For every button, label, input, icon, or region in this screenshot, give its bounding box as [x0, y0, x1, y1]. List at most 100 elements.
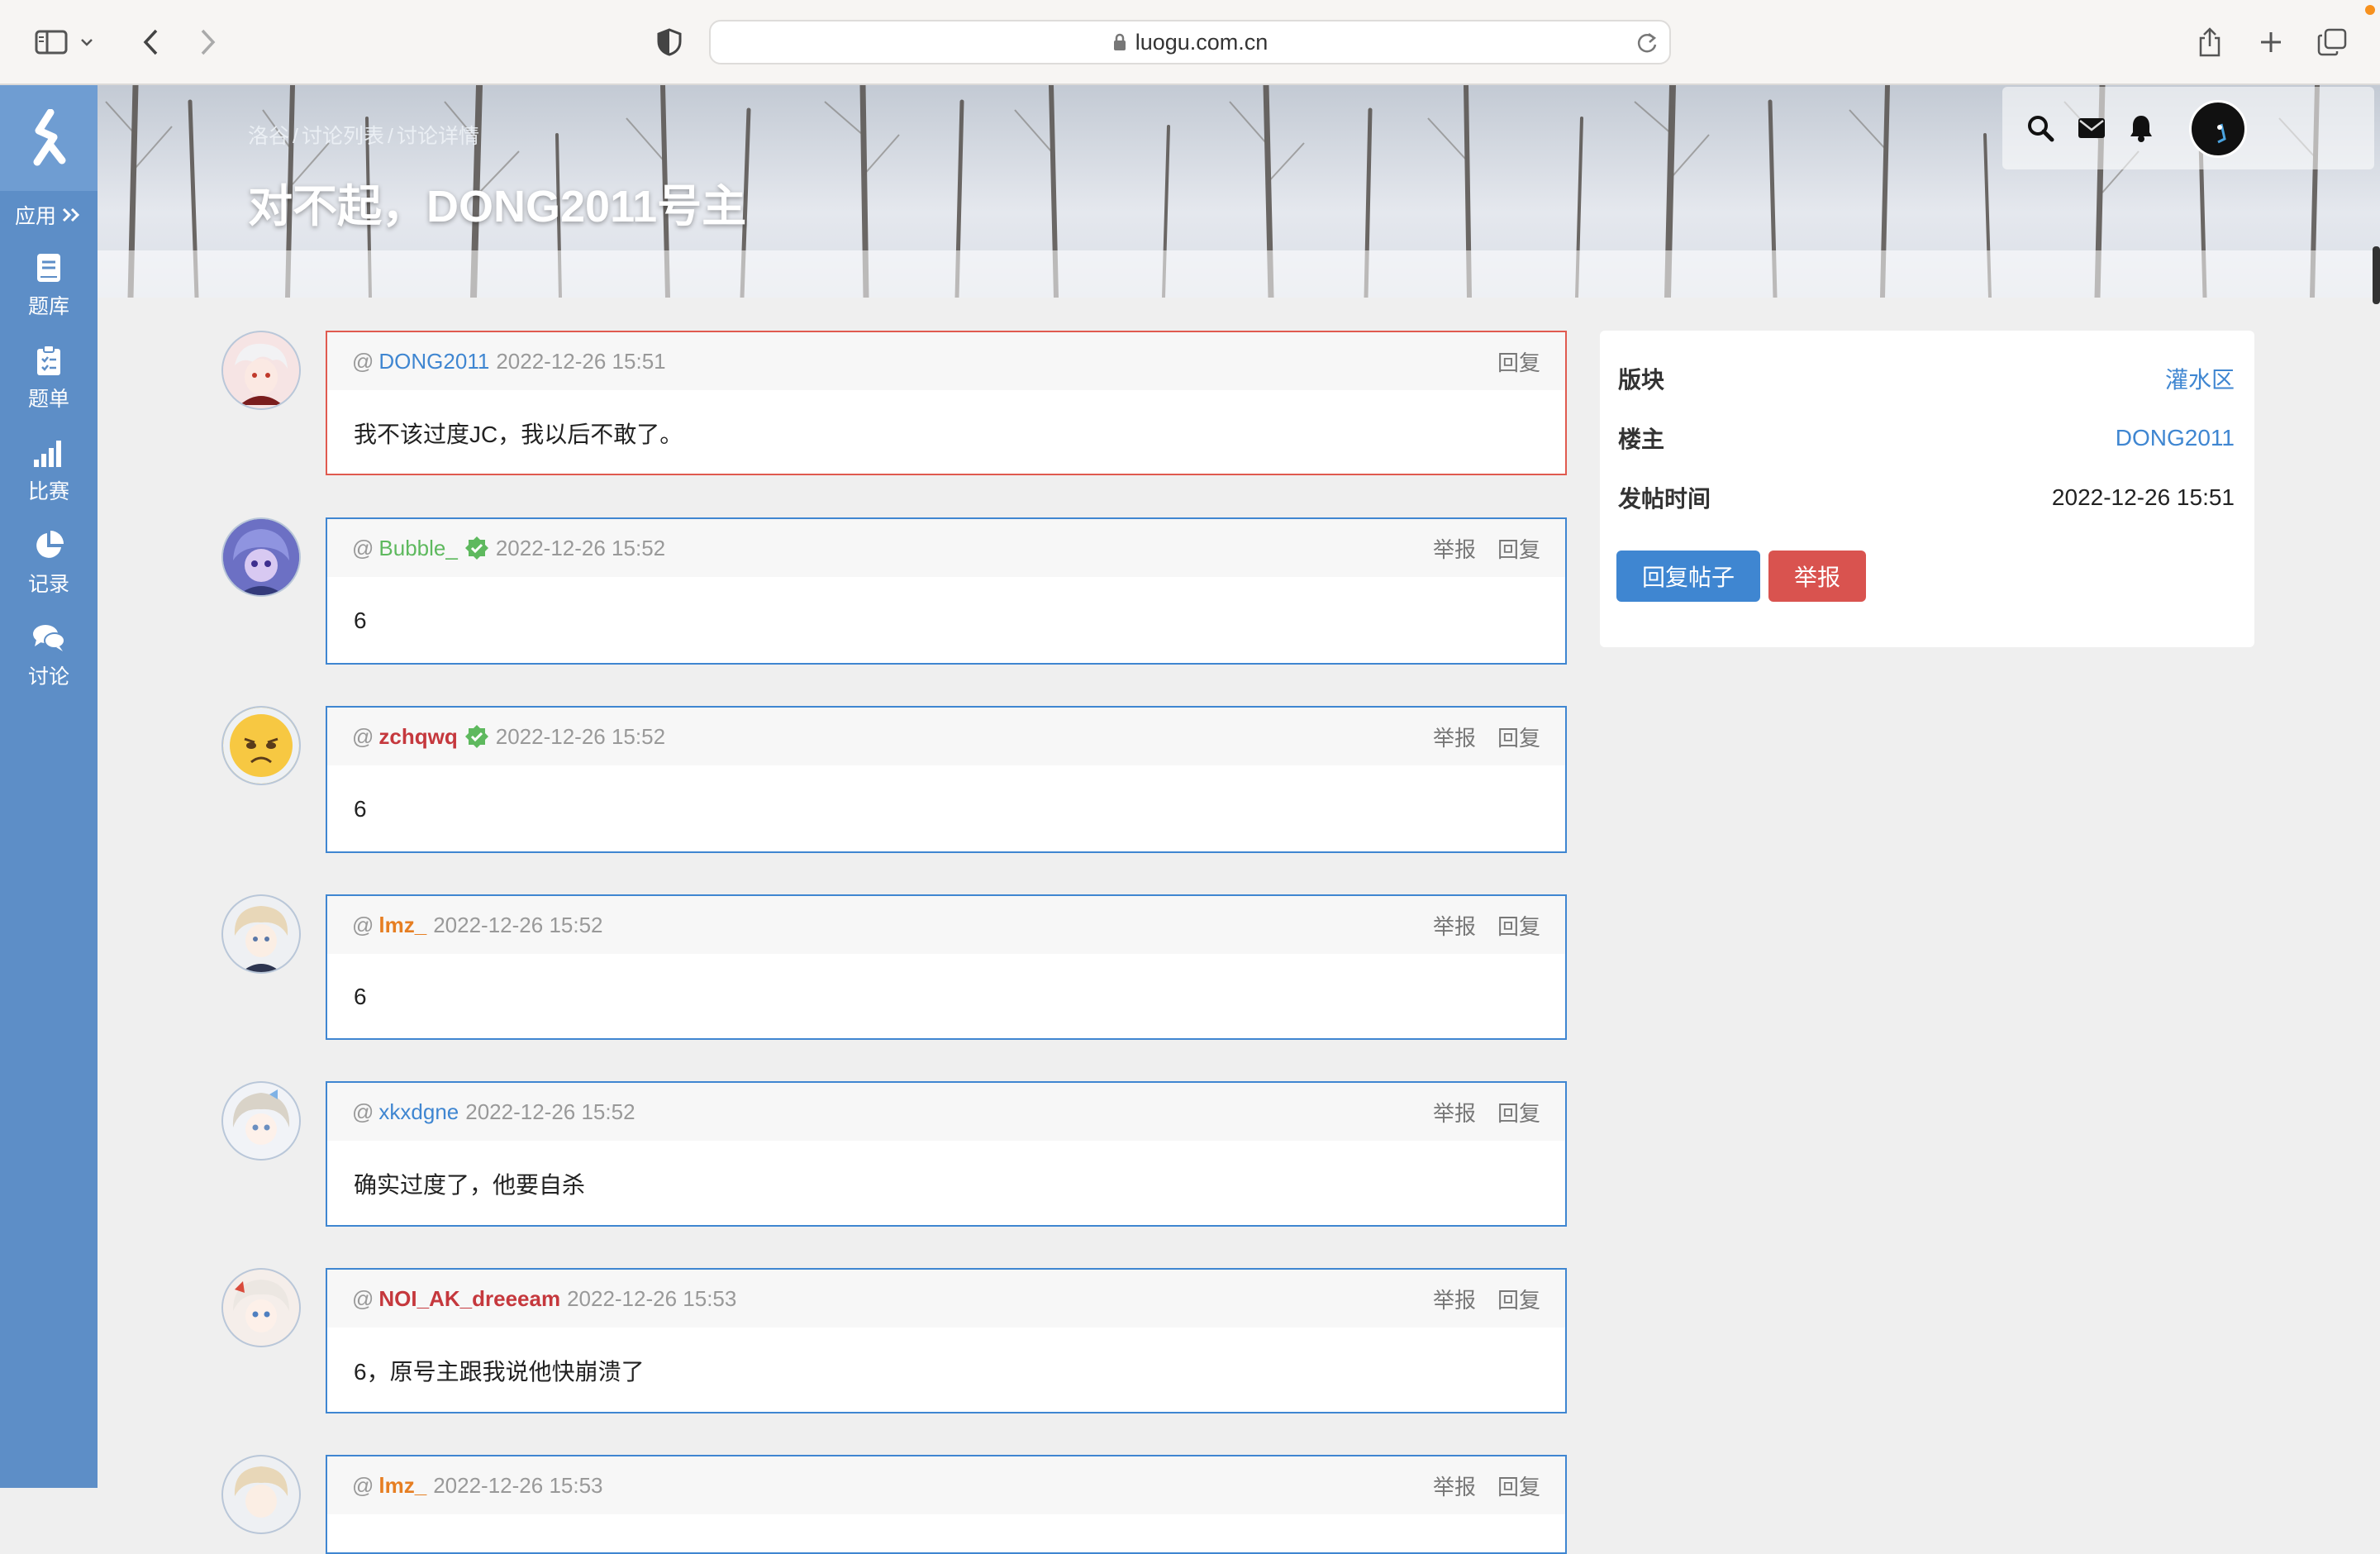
- report-link[interactable]: 举报: [1433, 533, 1476, 564]
- comments-icon: [33, 625, 65, 651]
- double-chevron-right-icon: [62, 207, 80, 222]
- bell-icon[interactable]: [2125, 112, 2158, 145]
- book-icon: [37, 254, 60, 282]
- post-meta: @ lmz_ 2022-12-26 15:52 举报 回复: [327, 896, 1565, 954]
- notification-dot: [2365, 5, 2375, 15]
- breadcrumb-separator: /: [387, 125, 393, 148]
- share-icon[interactable]: [2188, 21, 2231, 63]
- nav-item-problems[interactable]: 题库: [0, 239, 98, 331]
- reply-link[interactable]: 回复: [1497, 533, 1540, 564]
- post-card: @ NOI_AK_dreeeam 2022-12-26 15:53 举报 回复 …: [326, 1268, 1567, 1413]
- privacy-shield-icon[interactable]: [648, 21, 691, 63]
- breadcrumb: 洛谷 / 讨论列表 / 讨论详情: [248, 120, 483, 150]
- avatar[interactable]: [221, 1268, 301, 1347]
- post-content: 6: [354, 796, 367, 822]
- left-navigation: 应用 题库 题单 比赛 记录 讨论: [0, 85, 98, 1488]
- report-button[interactable]: 举报: [1768, 551, 1866, 602]
- post-content: 我不该过度JC，我以后不敢了。: [354, 421, 683, 447]
- reply-link[interactable]: 回复: [1497, 722, 1540, 752]
- avatar[interactable]: [221, 517, 301, 597]
- at-symbol: @: [352, 1285, 374, 1311]
- avatar[interactable]: [221, 894, 301, 974]
- nav-item-label: 比赛: [27, 480, 69, 503]
- section-link[interactable]: 灌水区: [2165, 362, 2235, 395]
- post-time: 2022-12-26 15:53: [567, 1285, 737, 1311]
- report-link[interactable]: 举报: [1433, 910, 1476, 941]
- username-link[interactable]: zchqwq: [378, 724, 457, 750]
- browser-toolbar: luogu.com.cn: [0, 0, 2380, 85]
- report-link[interactable]: 举报: [1433, 1471, 1476, 1501]
- nav-item-label: 记录: [27, 573, 69, 596]
- avatar[interactable]: [221, 1455, 301, 1534]
- chevron-down-icon[interactable]: [74, 21, 99, 63]
- post-meta: @ xkxdgne 2022-12-26 15:52 举报 回复: [327, 1083, 1565, 1141]
- search-icon[interactable]: [2024, 112, 2057, 145]
- username-link[interactable]: NOI_AK_dreeeam: [378, 1286, 560, 1312]
- at-symbol: @: [352, 1472, 374, 1498]
- reply-link[interactable]: 回复: [1497, 1471, 1540, 1501]
- post-time-value: 2022-12-26 15:51: [2051, 484, 2235, 510]
- username-link[interactable]: DONG2011: [378, 349, 489, 374]
- clipboard-icon: [37, 345, 60, 375]
- apps-toggle[interactable]: 应用: [0, 191, 98, 239]
- breadcrumb-discussion-list[interactable]: 讨论列表: [302, 125, 384, 148]
- reload-icon[interactable]: [1636, 31, 1658, 55]
- post-meta: @ Bubble_ 2022-12-26 15:52 举报 回复: [327, 519, 1565, 577]
- at-symbol: @: [352, 912, 374, 937]
- report-link[interactable]: 举报: [1433, 1097, 1476, 1127]
- post-time: 2022-12-26 15:51: [496, 348, 666, 374]
- scrollbar-thumb[interactable]: [2373, 246, 2380, 304]
- avatar[interactable]: [221, 1081, 301, 1161]
- report-link[interactable]: 举报: [1433, 722, 1476, 752]
- post-content: 6，原号主跟我说他快崩溃了: [354, 1359, 645, 1385]
- post-meta: @ zchqwq 2022-12-26 15:52 举报 回复: [327, 708, 1565, 765]
- username-link[interactable]: lmz_: [378, 1473, 426, 1499]
- tab-overview-icon[interactable]: [2311, 21, 2354, 63]
- post-time: 2022-12-26 15:52: [495, 723, 666, 749]
- back-icon[interactable]: [129, 21, 172, 63]
- breadcrumb-home[interactable]: 洛谷: [248, 125, 289, 148]
- address-bar[interactable]: luogu.com.cn: [709, 20, 1671, 64]
- report-link[interactable]: 举报: [1433, 1284, 1476, 1314]
- sidebar-toggle-icon[interactable]: [30, 21, 73, 63]
- breadcrumb-current: 讨论详情: [396, 125, 479, 148]
- owner-label: 楼主: [1618, 427, 1665, 452]
- verified-badge-icon: [464, 724, 489, 749]
- post-time: 2022-12-26 15:52: [465, 1099, 635, 1124]
- pie-chart-icon: [36, 531, 64, 558]
- nav-item-problem-lists[interactable]: 题单: [0, 331, 98, 424]
- forward-icon[interactable]: [187, 21, 230, 63]
- lock-icon: [1113, 33, 1126, 50]
- avatar[interactable]: [221, 331, 301, 410]
- apps-label: 应用: [14, 205, 56, 228]
- user-avatar[interactable]: [2189, 100, 2247, 158]
- nav-item-label: 题库: [27, 295, 69, 318]
- post-card: @ Bubble_ 2022-12-26 15:52 举报 回复 6: [326, 517, 1567, 665]
- url-text: luogu.com.cn: [1135, 29, 1269, 55]
- nav-item-discuss[interactable]: 讨论: [0, 609, 98, 702]
- reply-link[interactable]: 回复: [1497, 910, 1540, 941]
- mail-icon[interactable]: [2075, 112, 2108, 145]
- avatar[interactable]: [221, 706, 301, 785]
- reply-link[interactable]: 回复: [1497, 1097, 1540, 1127]
- username-link[interactable]: lmz_: [378, 913, 426, 938]
- nav-item-records[interactable]: 记录: [0, 517, 98, 609]
- post-content: 6: [354, 608, 367, 633]
- new-tab-icon[interactable]: [2249, 21, 2292, 63]
- reply-link[interactable]: 回复: [1497, 346, 1540, 377]
- post-meta: @ NOI_AK_dreeeam 2022-12-26 15:53 举报 回复: [327, 1270, 1565, 1328]
- breadcrumb-separator: /: [293, 125, 298, 148]
- post-meta: @ lmz_ 2022-12-26 15:53 举报 回复: [327, 1456, 1565, 1514]
- nav-item-label: 讨论: [27, 665, 69, 689]
- post-time-row: 发帖时间 2022-12-26 15:51: [1618, 481, 2235, 514]
- post-time: 2022-12-26 15:52: [495, 535, 666, 560]
- username-link[interactable]: xkxdgne: [378, 1099, 459, 1125]
- reply-post-button[interactable]: 回复帖子: [1616, 551, 1760, 602]
- luogu-logo[interactable]: [0, 85, 98, 191]
- at-symbol: @: [352, 723, 374, 749]
- nav-item-contests[interactable]: 比赛: [0, 424, 98, 517]
- user-toolbar: [2002, 87, 2374, 169]
- owner-link[interactable]: DONG2011: [2116, 425, 2235, 451]
- username-link[interactable]: Bubble_: [378, 536, 457, 561]
- reply-link[interactable]: 回复: [1497, 1284, 1540, 1314]
